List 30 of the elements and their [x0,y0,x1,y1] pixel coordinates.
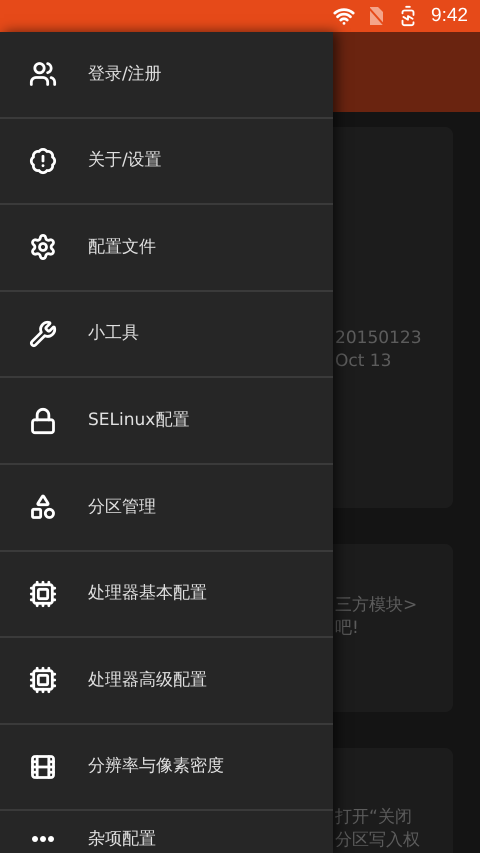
drawer-item-label: 处理器高级配置 [88,668,207,692]
more-icon [32,836,54,842]
drawer-item-label: SELinux配置 [88,408,190,432]
wifi-icon [333,5,356,27]
card-text: 打开“关闭 [335,806,413,829]
card-text: Oct 13 [335,350,392,373]
settings-icon [29,233,57,262]
drawer-item-label: 处理器基本配置 [88,582,207,606]
drawer-item-label: 登录/注册 [88,62,162,86]
clock: 9:42 [431,4,468,28]
drawer-item-label: 杂项配置 [88,828,156,852]
wrench-icon [29,320,57,348]
drawer-item-label: 小工具 [88,322,139,346]
card-text: 吧! [335,617,360,640]
drawer-item-label: 分辨率与像素密度 [88,755,224,778]
card-text: 20150123 [335,327,423,350]
shapes-icon [29,493,57,522]
card-text: 三方模块> [335,594,418,617]
card-text: 分区写入权 [335,829,421,852]
film-icon [29,753,57,782]
alert-badge-icon [29,146,57,175]
lock-icon [29,406,57,435]
drawer-item-label: 分区管理 [88,496,156,519]
drawer-item-label: 配置文件 [88,236,156,259]
drawer-item[interactable]: 杂项配置 [0,811,333,853]
chip-icon [29,666,57,694]
no-sim-icon [367,6,386,26]
drawer-item-label: 关于/设置 [88,149,162,172]
chip-icon [29,580,57,608]
people-icon [29,60,57,88]
